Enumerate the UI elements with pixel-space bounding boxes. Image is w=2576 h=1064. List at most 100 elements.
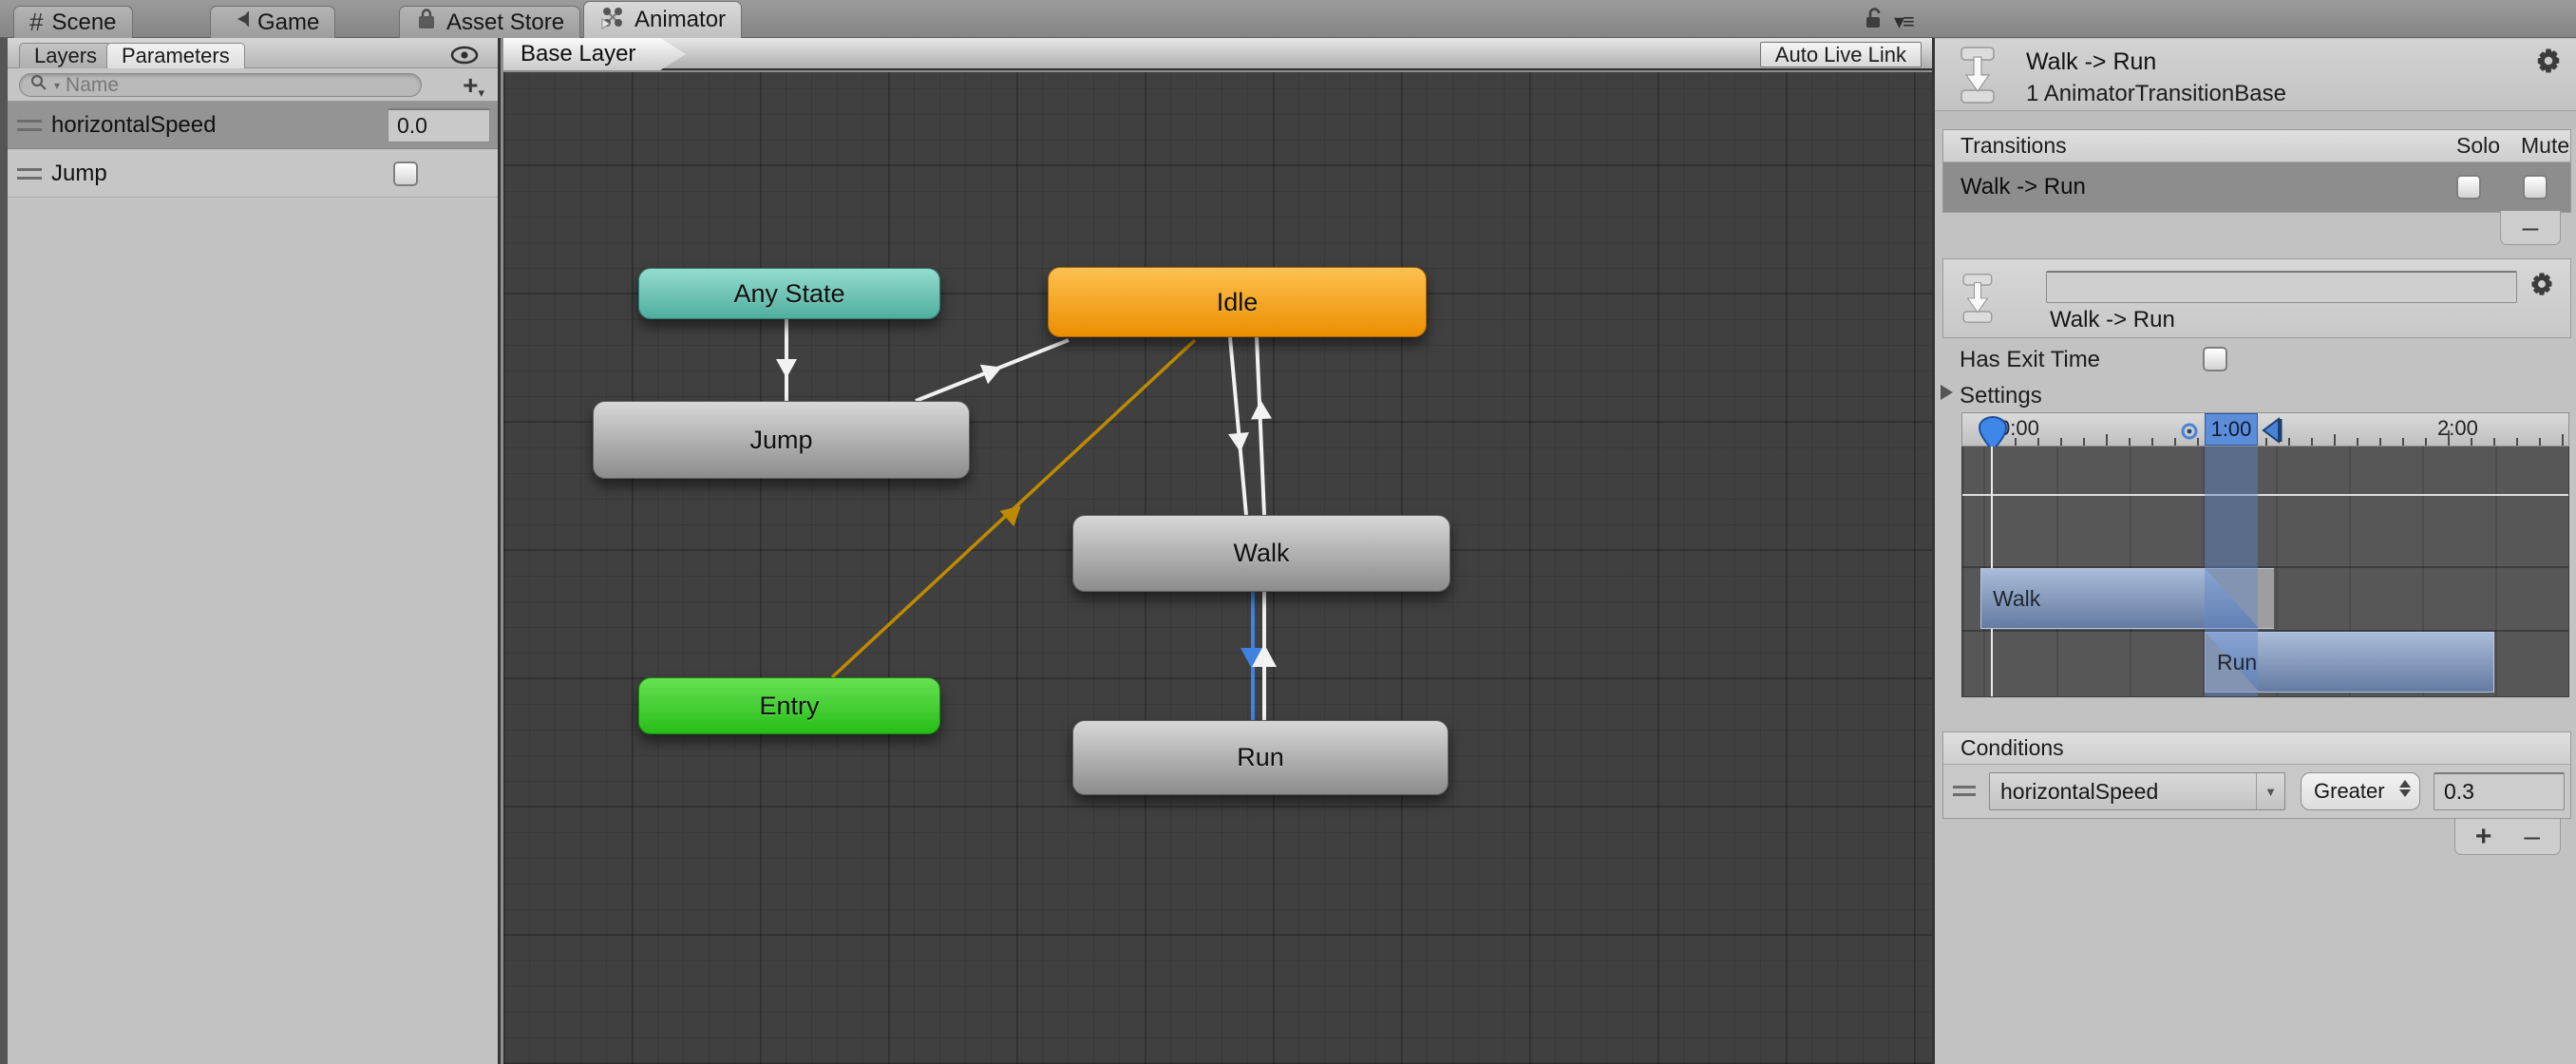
search-field[interactable]: ▾ xyxy=(19,73,422,97)
node-label: Walk xyxy=(1233,539,1290,567)
transitions-list: Transitions Solo Mute Walk -> Run xyxy=(1942,129,2571,213)
transition-row-label: Walk -> Run xyxy=(1960,174,2086,200)
node-label: Jump xyxy=(749,425,813,454)
state-node-run[interactable]: Run xyxy=(1072,720,1449,795)
condition-threshold-value: 0.3 xyxy=(2444,779,2474,804)
solo-checkbox[interactable] xyxy=(2456,175,2481,200)
state-machine-canvas[interactable]: Any State Idle Jump Walk Entry Run xyxy=(503,72,1932,1064)
settings-label: Settings xyxy=(1960,383,2042,408)
tab-game[interactable]: Game xyxy=(210,6,336,38)
tab-asset-store[interactable]: Asset Store xyxy=(399,6,581,38)
drag-handle-icon[interactable] xyxy=(17,167,42,180)
drag-handle-icon[interactable] xyxy=(17,119,42,131)
transition-icon xyxy=(1956,46,1999,110)
condition-operator-value: Greater xyxy=(2314,779,2385,803)
auto-live-link-button[interactable]: Auto Live Link xyxy=(1759,42,1922,67)
animator-graph-panel: Base Layer Auto Live Link Any State Idle… xyxy=(503,38,1932,1064)
state-node-idle[interactable]: Idle xyxy=(1048,267,1427,337)
parameter-name: horizontalSpeed xyxy=(51,111,217,138)
transition-icon xyxy=(1959,271,1997,332)
parameter-value: 0.0 xyxy=(397,113,427,138)
game-icon xyxy=(226,8,264,37)
state-node-entry[interactable]: Entry xyxy=(638,677,940,734)
node-label: Idle xyxy=(1216,287,1259,316)
auto-live-link-label: Auto Live Link xyxy=(1774,42,1906,66)
popup-arrows-icon xyxy=(2399,780,2411,797)
transition-range-handle[interactable]: 1:00 xyxy=(2205,413,2258,446)
state-node-any-state[interactable]: Any State xyxy=(638,268,940,319)
eye-icon[interactable] xyxy=(450,45,479,70)
tab-parameters[interactable]: Parameters xyxy=(106,43,245,68)
scene-icon: # xyxy=(29,8,44,36)
walk-clip-label: Walk xyxy=(1993,585,2041,611)
condition-threshold-field[interactable]: 0.3 xyxy=(2434,772,2565,810)
lock-icon[interactable] xyxy=(1864,7,1885,37)
search-filter-caret: ▾ xyxy=(54,78,61,92)
condition-parameter-dropdown[interactable]: horizontalSpeed ▼ xyxy=(1989,772,2285,810)
has-exit-time-row: Has Exit Time xyxy=(1935,344,2576,376)
mute-checkbox[interactable] xyxy=(2523,175,2548,200)
remove-transition-button[interactable]: – xyxy=(2500,211,2561,245)
tab-layers-label: Layers xyxy=(34,44,98,67)
parameter-name: Jump xyxy=(51,160,107,186)
has-exit-time-checkbox[interactable] xyxy=(2203,347,2227,371)
tab-parameters-label: Parameters xyxy=(122,44,230,67)
remove-condition-button[interactable]: – xyxy=(2524,821,2540,853)
transitions-header: Transitions Solo Mute xyxy=(1943,130,2570,162)
search-input[interactable] xyxy=(66,73,411,97)
tab-layers[interactable]: Layers xyxy=(19,43,113,68)
parameter-search-row: ▾ +▾ xyxy=(8,68,498,102)
blend-curve-line xyxy=(1962,494,2568,496)
section-spacer xyxy=(1935,111,2576,129)
node-label: Any State xyxy=(733,278,845,308)
transition-name-input[interactable] xyxy=(2046,271,2517,303)
animator-side-panel: Layers Parameters ▾ +▾ horizontalSpeed 0… xyxy=(8,38,501,1064)
tab-asset-store-label: Asset Store xyxy=(446,9,565,35)
transition-detail-box: Walk -> Run xyxy=(1942,258,2571,338)
inspector-header: Walk -> Run 1 AnimatorTransitionBase xyxy=(1935,39,2576,111)
search-icon xyxy=(29,72,48,98)
transition-start-marker-icon[interactable] xyxy=(2179,421,2200,447)
layer-breadcrumb-bar: Base Layer Auto Live Link xyxy=(503,38,1932,70)
node-label: Run xyxy=(1237,743,1284,771)
conditions-list: Conditions horizontalSpeed ▼ Greater 0.3 xyxy=(1942,732,2571,819)
condition-operator-popup[interactable]: Greater xyxy=(2301,772,2420,810)
tab-game-label: Game xyxy=(257,9,320,35)
state-node-walk[interactable]: Walk xyxy=(1072,515,1450,592)
parameter-value-field[interactable]: 0.0 xyxy=(388,108,490,142)
solo-column-label: Solo xyxy=(2456,133,2501,158)
tab-scene-label: Scene xyxy=(51,9,117,35)
transition-row-walk-run[interactable]: Walk -> Run xyxy=(1943,162,2570,212)
parameter-checkbox[interactable] xyxy=(393,162,418,186)
settings-foldout[interactable]: Settings xyxy=(1935,380,2576,412)
dock-menu-icon[interactable]: ▾≡ xyxy=(1894,10,1915,34)
parameter-row-horizontalspeed[interactable]: horizontalSpeed 0.0 xyxy=(8,102,498,149)
time-label-2: 2:00 xyxy=(2437,416,2478,440)
transition-end-marker-icon[interactable] xyxy=(2260,417,2284,449)
add-parameter-button[interactable]: +▾ xyxy=(463,70,484,101)
gear-icon[interactable] xyxy=(2529,271,2555,303)
conditions-header-label: Conditions xyxy=(1960,735,2064,760)
tab-scene[interactable]: # Scene xyxy=(13,6,133,38)
tab-animator-label: Animator xyxy=(635,7,727,32)
parameter-row-jump[interactable]: Jump xyxy=(8,150,498,198)
animator-icon xyxy=(599,4,626,37)
transition-timeline[interactable]: 0:00 1:00 2:00 Walk Run xyxy=(1961,412,2569,697)
add-condition-button[interactable]: + xyxy=(2475,821,2492,853)
transition-detail-label: Walk -> Run xyxy=(2050,307,2175,332)
condition-parameter-value: horizontalSpeed xyxy=(2000,778,2159,804)
time-label-1: 1:00 xyxy=(2210,417,2252,441)
timeline-preview-area[interactable]: Walk Run xyxy=(1961,446,2569,697)
side-panel-toolbar: Layers Parameters xyxy=(8,38,498,68)
gear-icon[interactable] xyxy=(2534,47,2563,81)
drag-handle-icon[interactable] xyxy=(1953,786,1976,796)
timeline-ruler[interactable]: 0:00 1:00 2:00 xyxy=(1961,412,2569,453)
tab-animator[interactable]: Animator xyxy=(583,1,743,38)
breadcrumb[interactable]: Base Layer xyxy=(503,38,686,70)
asset-store-icon xyxy=(415,7,438,38)
unity-editor-window: # Scene Game Asset Store Animator ▾≡ Lay… xyxy=(0,0,2576,1064)
transitions-header-label: Transitions xyxy=(1960,133,2067,158)
state-node-jump[interactable]: Jump xyxy=(593,401,970,479)
conditions-header: Conditions xyxy=(1943,732,2570,765)
transition-title: Walk -> Run xyxy=(2026,48,2157,75)
